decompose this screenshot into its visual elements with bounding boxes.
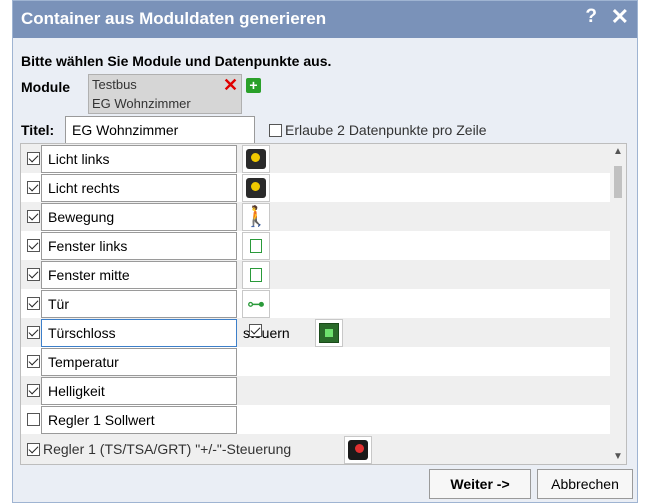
list-item: Licht rechts [21,173,611,202]
datapoint-checkbox[interactable] [27,210,40,223]
next-button[interactable]: Weiter -> [429,469,531,499]
titel-input[interactable] [65,116,255,144]
datapoint-name[interactable]: Helligkeit [41,377,237,405]
window-icon[interactable] [242,261,270,289]
list-item: Licht links [21,144,611,173]
datapoint-name[interactable]: Regler 1 Sollwert [41,406,237,434]
datapoint-checkbox[interactable] [27,297,40,310]
list-item: Fenster links [21,231,611,260]
steuern-checkbox[interactable] [249,324,262,337]
datapoint-checkbox[interactable] [27,384,40,397]
steuern-option[interactable]: steuern [243,324,290,341]
dialog-titlebar: Container aus Moduldaten generieren ? ✕ [13,1,637,38]
list-item: Regler 1 Sollwert [21,405,611,434]
list-item: Tür ⊶ [21,289,611,318]
datapoint-checkbox[interactable] [27,326,40,339]
datapoint-checkbox[interactable] [27,239,40,252]
dialog-title: Container aus Moduldaten generieren [21,9,327,28]
datapoint-checkbox[interactable] [27,181,40,194]
datapoint-name[interactable]: Temperatur [41,348,237,376]
scroll-down-icon[interactable]: ▼ [613,451,623,462]
window-icon[interactable] [242,232,270,260]
list-item: Bewegung 🚶 [21,202,611,231]
list-item: Helligkeit [21,376,611,405]
scroll-up-icon[interactable]: ▲ [613,146,623,157]
module-item-eg-wohnzimmer[interactable]: EG Wohnzimmer [89,94,241,113]
datapoint-name[interactable]: Fenster links [41,232,237,260]
datapoint-name[interactable]: Licht links [41,145,237,173]
regler-icon[interactable] [344,436,372,464]
lock-icon[interactable] [315,319,343,347]
regler-row: Regler 1 (TS/TSA/GRT) "+/-"-Steuerung [21,434,611,464]
datapoint-checkbox[interactable] [27,268,40,281]
light-icon[interactable] [242,145,270,173]
module-list[interactable]: Testbus EG Wohnzimmer [88,74,242,114]
list-item: Temperatur [21,347,611,376]
datapoint-list: Licht links Licht rechts Bewegung 🚶 Fens… [20,143,627,465]
remove-module-icon[interactable]: ✕ [223,76,238,94]
datapoint-name[interactable]: Fenster mitte [41,261,237,289]
cancel-button[interactable]: Abbrechen [537,469,633,499]
module-item-testbus[interactable]: Testbus [89,75,241,94]
close-icon[interactable]: ✕ [611,4,629,30]
scroll-thumb[interactable] [614,166,622,198]
regler-checkbox[interactable] [27,443,40,456]
allow-two-datapoints[interactable]: Erlaube 2 Datenpunkte pro Zeile [269,122,487,138]
datapoint-checkbox[interactable] [27,152,40,165]
motion-icon[interactable]: 🚶 [242,203,270,231]
allow-two-checkbox[interactable] [269,123,282,137]
dialog-body: Bitte wählen Sie Module und Datenpunkte … [13,38,637,502]
scrollbar[interactable]: ▲ ▼ [610,144,626,464]
datapoint-name[interactable]: Tür [41,290,237,318]
titel-label: Titel: [21,122,55,138]
instruction-text: Bitte wählen Sie Module und Datenpunkte … [21,53,332,69]
dialog: Container aus Moduldaten generieren ? ✕ … [12,0,638,503]
datapoint-name[interactable]: Bewegung [41,203,237,231]
datapoint-name[interactable]: Licht rechts [41,174,237,202]
help-icon[interactable]: ? [585,6,597,28]
door-key-icon[interactable]: ⊶ [242,290,270,318]
allow-two-label: Erlaube 2 Datenpunkte pro Zeile [285,122,487,138]
add-module-icon[interactable]: + [246,78,261,93]
list-item: Fenster mitte [21,260,611,289]
light-icon[interactable] [242,174,270,202]
datapoint-name[interactable]: Türschloss [41,319,237,347]
datapoint-checkbox[interactable] [27,413,40,426]
module-label: Module [21,79,70,95]
regler-label: Regler 1 (TS/TSA/GRT) "+/-"-Steuerung [43,441,292,457]
datapoint-checkbox[interactable] [27,355,40,368]
list-item: Türschloss steuern [21,318,611,347]
